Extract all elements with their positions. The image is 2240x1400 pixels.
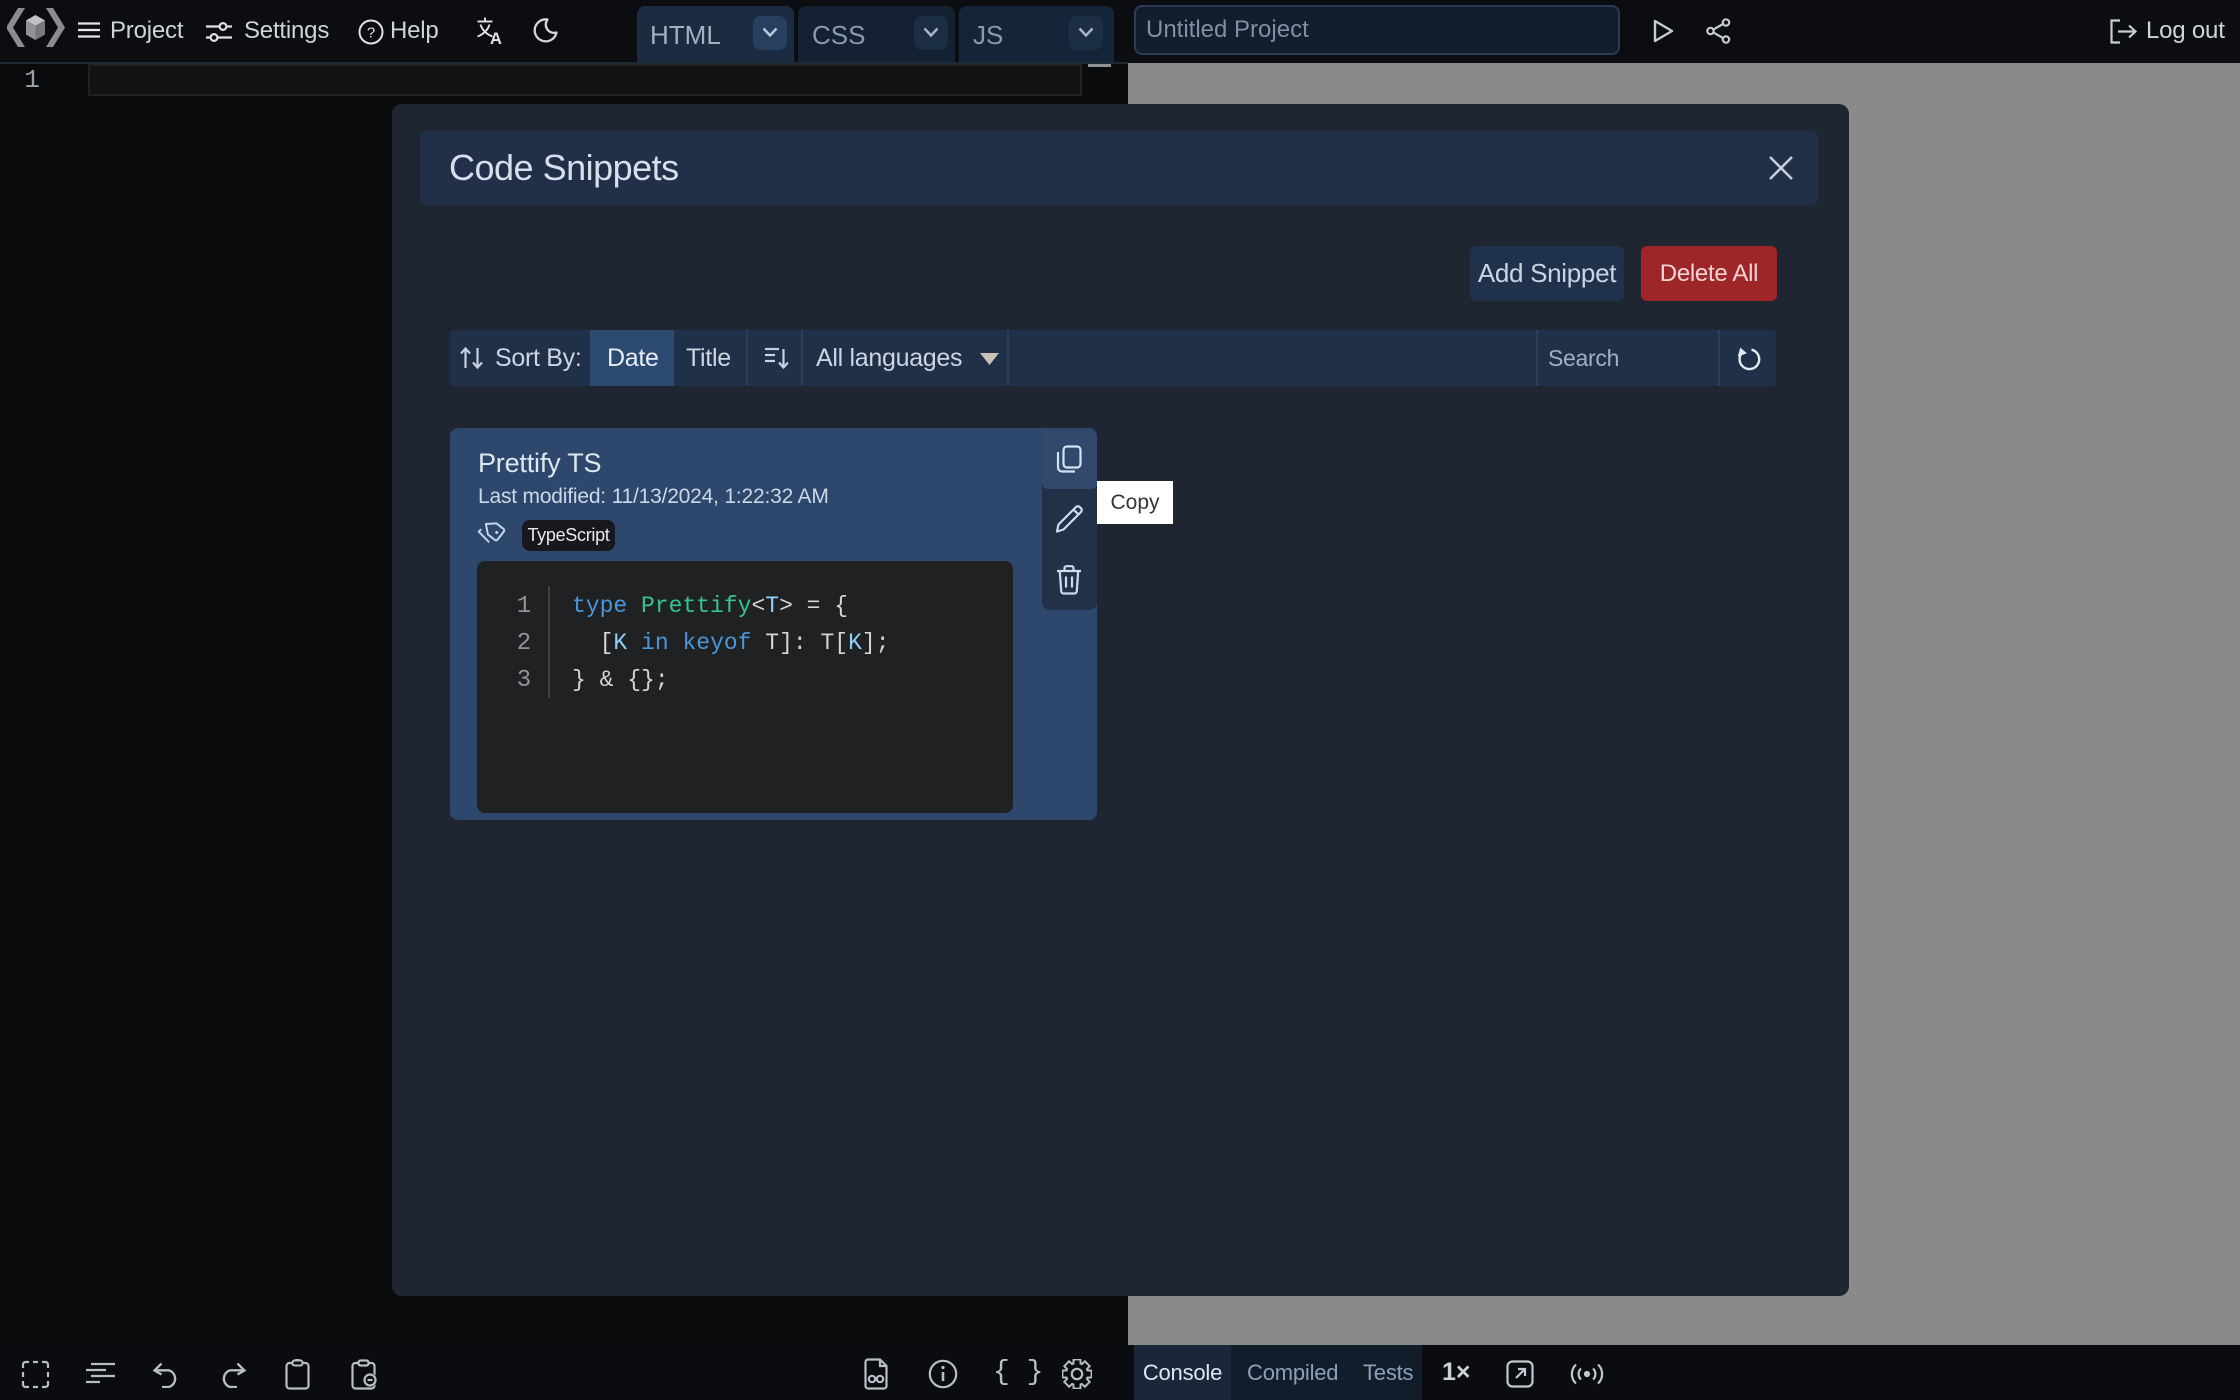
svg-text:A: A [490,30,502,45]
svg-text:?: ? [367,25,375,42]
